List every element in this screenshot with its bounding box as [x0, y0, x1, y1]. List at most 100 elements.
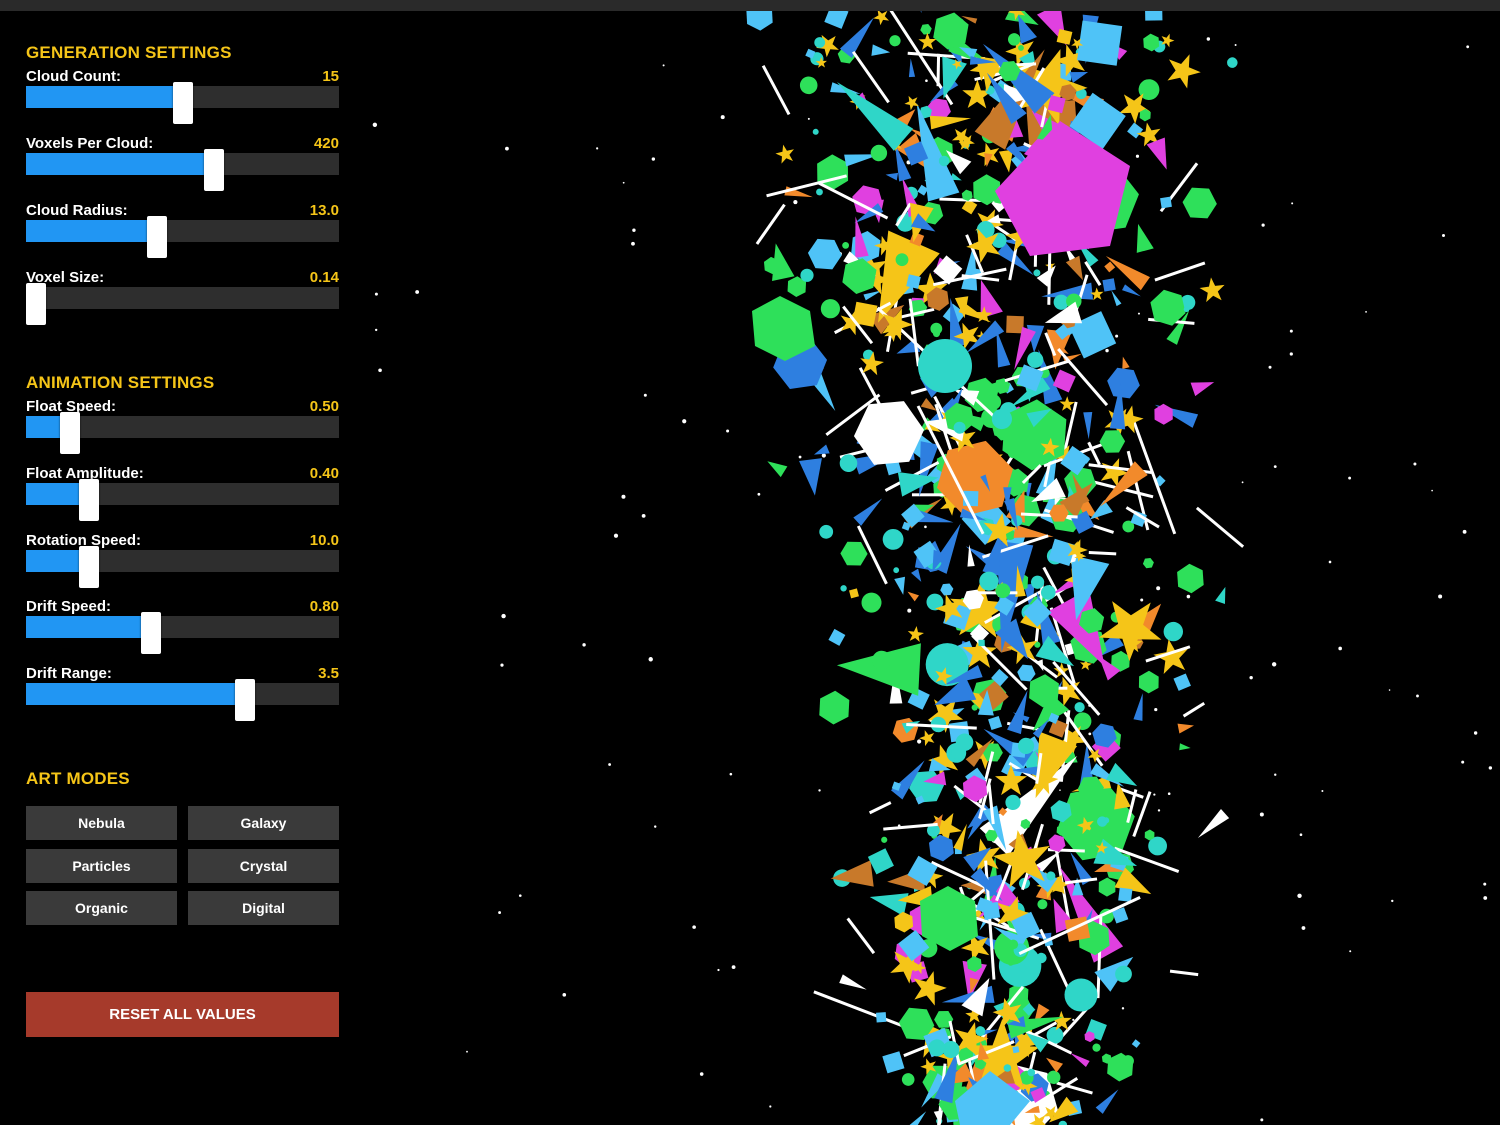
- background-star: [501, 613, 506, 619]
- background-star: [1137, 312, 1140, 315]
- voxel-cone: [839, 974, 867, 990]
- slider-thumb[interactable]: [204, 149, 224, 191]
- float-amplitude-value: 0.40: [309, 465, 339, 482]
- slider-thumb[interactable]: [147, 216, 167, 258]
- voxel-cube: [1118, 887, 1133, 902]
- background-star: [818, 789, 821, 792]
- float-amplitude-slider[interactable]: [26, 479, 339, 521]
- slider-thumb[interactable]: [173, 82, 193, 124]
- background-star: [1167, 792, 1171, 795]
- voxel-stick: [1195, 506, 1245, 548]
- slider-thumb[interactable]: [26, 283, 46, 325]
- rotation-speed-slider[interactable]: [26, 546, 339, 588]
- voxel-hexagon: [920, 23, 932, 35]
- voxel-shard: [1136, 223, 1154, 253]
- background-star: [641, 513, 646, 518]
- background-star: [1241, 481, 1244, 484]
- background-star: [757, 492, 761, 496]
- background-star: [1438, 594, 1443, 599]
- voxel-cone: [899, 11, 922, 14]
- voxel-shard: [871, 44, 891, 56]
- drift-speed-label: Drift Speed:: [26, 598, 112, 615]
- background-star: [1121, 1007, 1125, 1010]
- voxel-stick: [969, 591, 1018, 595]
- voxel-stick: [1154, 261, 1206, 282]
- nebula-mode-button[interactable]: Nebula: [26, 806, 177, 840]
- background-star: [1488, 766, 1493, 770]
- galaxy-mode-button[interactable]: Galaxy: [188, 806, 339, 840]
- voxel-hexagon: [746, 11, 773, 31]
- background-star: [1442, 234, 1446, 238]
- background-star: [1348, 476, 1352, 480]
- voxel-cone: [908, 58, 916, 78]
- slider-thumb[interactable]: [79, 479, 99, 521]
- voxel-sphere: [816, 188, 823, 196]
- voxel-shard: [911, 568, 922, 582]
- background-star: [1140, 598, 1144, 602]
- background-star: [374, 292, 378, 296]
- drift-speed-slider[interactable]: [26, 612, 339, 654]
- voxel-shard: [907, 591, 919, 602]
- background-star: [1135, 154, 1140, 158]
- voxels-per-cloud-slider[interactable]: [26, 149, 339, 191]
- background-star: [1234, 44, 1237, 47]
- voxel-sphere: [889, 35, 901, 47]
- voxel-cube: [1173, 673, 1191, 691]
- background-star: [1271, 662, 1277, 667]
- voxels-per-cloud-control: Voxels Per Cloud: 420: [26, 135, 339, 195]
- background-star: [1186, 594, 1191, 599]
- window-top-bar: [0, 0, 1500, 11]
- background-star: [1206, 37, 1211, 41]
- cloud-radius-slider[interactable]: [26, 216, 339, 258]
- voxel-cube: [1160, 196, 1172, 209]
- crystal-mode-button[interactable]: Crystal: [188, 849, 339, 883]
- background-star: [1153, 793, 1156, 796]
- slider-thumb[interactable]: [235, 679, 255, 721]
- voxels-per-cloud-value: 420: [313, 135, 339, 152]
- voxel-cone: [906, 1111, 927, 1125]
- voxel-shard: [767, 461, 788, 478]
- background-star: [1388, 689, 1391, 691]
- voxel-cube: [1144, 11, 1163, 21]
- slider-fill: [26, 616, 151, 638]
- voxel-sphere: [901, 1073, 915, 1086]
- voxel-cube: [988, 715, 1003, 731]
- voxel-cone: [1083, 412, 1093, 440]
- float-speed-control: Float Speed: 0.50: [26, 398, 339, 458]
- slider-fill: [26, 86, 183, 108]
- drift-range-label: Drift Range:: [26, 665, 112, 682]
- voxel-cube: [876, 1012, 887, 1023]
- cloud-count-value: 15: [322, 68, 339, 85]
- background-star: [613, 533, 619, 538]
- voxel-hexagon: [819, 690, 850, 725]
- reset-all-button[interactable]: RESET ALL VALUES: [26, 992, 339, 1037]
- voxel-size-control: Voxel Size: 0.14: [26, 269, 339, 329]
- organic-mode-button[interactable]: Organic: [26, 891, 177, 925]
- voxel-cube: [824, 11, 849, 29]
- voxel-size-slider[interactable]: [26, 283, 339, 325]
- voxel-hexagon: [1182, 187, 1217, 219]
- cloud-count-slider[interactable]: [26, 82, 339, 124]
- background-star: [682, 419, 687, 424]
- voxel-cube: [828, 628, 846, 646]
- background-star: [1299, 833, 1303, 837]
- background-star: [1301, 926, 1306, 930]
- voxel-cube: [849, 588, 859, 599]
- background-star: [917, 739, 922, 744]
- voxel-cone: [1095, 1089, 1119, 1114]
- background-star: [699, 1072, 704, 1076]
- slider-thumb[interactable]: [79, 546, 99, 588]
- voxel-star: [1153, 639, 1189, 674]
- background-star: [1365, 310, 1367, 313]
- drift-range-slider[interactable]: [26, 679, 339, 721]
- particles-mode-button[interactable]: Particles: [26, 849, 177, 883]
- digital-mode-button[interactable]: Digital: [188, 891, 339, 925]
- float-speed-slider[interactable]: [26, 412, 339, 454]
- background-star: [1088, 732, 1092, 736]
- voxel-cube: [978, 639, 985, 647]
- slider-thumb[interactable]: [141, 612, 161, 654]
- voxel-cube: [982, 901, 1001, 920]
- background-star: [1328, 560, 1332, 564]
- slider-thumb[interactable]: [60, 412, 80, 454]
- background-star: [1413, 462, 1417, 466]
